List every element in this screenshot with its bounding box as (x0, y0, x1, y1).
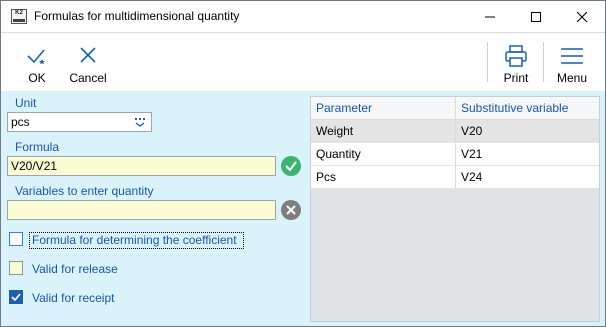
variable-cell: V20 (461, 124, 483, 138)
minimize-icon (485, 16, 495, 17)
menu-button[interactable]: Menu (549, 33, 595, 91)
variable-cell: V21 (461, 147, 483, 161)
check-icon (11, 293, 21, 302)
variable-cell: V24 (461, 170, 483, 184)
cancel-label: Cancel (69, 71, 107, 85)
printer-icon (505, 45, 527, 67)
parameter-cell: Quantity (316, 147, 361, 161)
toolbar-separator (543, 42, 544, 82)
parameter-cell: Pcs (316, 170, 337, 184)
column-header-parameter[interactable]: Parameter (311, 97, 455, 119)
maximize-button[interactable] (513, 1, 559, 32)
print-button[interactable]: Print (495, 33, 537, 91)
coefficient-formula-checkbox[interactable] (9, 232, 23, 246)
cancel-button[interactable]: Cancel (63, 33, 113, 91)
valid-for-receipt-label[interactable]: Valid for receipt (32, 291, 114, 305)
checkmark-star-icon (27, 49, 45, 65)
valid-for-release-checkbox[interactable] (9, 261, 23, 275)
formula-input[interactable]: V20/V21 (7, 156, 276, 176)
menu-label: Menu (556, 71, 588, 85)
form-panel: Unit pcs Formula V20/V21 Variables to en… (1, 91, 605, 326)
ok-label: OK (28, 71, 46, 85)
variables-input[interactable] (7, 200, 276, 220)
parameter-cell: Weight (316, 124, 354, 138)
toolbar-separator (487, 42, 488, 82)
formula-value: V20/V21 (11, 159, 58, 173)
clear-variables-icon[interactable] (281, 200, 301, 220)
table-row[interactable]: Quantity V21 (311, 143, 599, 166)
title-bar: K2 Formulas for multidimensional quantit… (1, 1, 605, 32)
column-header-substitutive-variable[interactable]: Substitutive variable (456, 97, 599, 119)
formula-label: Formula (15, 140, 60, 154)
hamburger-menu-icon (561, 48, 583, 64)
unit-value: pcs (11, 115, 30, 129)
k2-app-icon: K2 (11, 9, 27, 24)
maximize-icon (531, 11, 541, 22)
dropdown-icon[interactable] (134, 115, 146, 133)
table-header: Parameter Substitutive variable (311, 97, 599, 120)
unit-label: Unit (15, 96, 37, 110)
window-title: Formulas for multidimensional quantity (34, 9, 240, 23)
print-label: Print (503, 71, 529, 85)
variables-label: Variables to enter quantity (15, 184, 154, 198)
coefficient-formula-label[interactable]: Formula for determining the coefficient (32, 233, 237, 247)
minimize-button[interactable] (467, 1, 513, 32)
unit-select[interactable]: pcs (7, 112, 152, 132)
valid-for-release-label[interactable]: Valid for release (32, 262, 118, 276)
ok-button[interactable]: OK (15, 33, 59, 91)
table-row[interactable]: Pcs V24 (311, 166, 599, 189)
close-icon (576, 11, 588, 22)
dialog-window: K2 Formulas for multidimensional quantit… (0, 0, 606, 327)
x-icon (80, 47, 96, 63)
parameter-table: Parameter Substitutive variable Weight V… (310, 96, 600, 322)
valid-for-receipt-checkbox[interactable] (9, 290, 23, 304)
formula-valid-icon (281, 156, 301, 176)
toolbar: OK Cancel Print Menu (1, 32, 605, 92)
table-row[interactable]: Weight V20 (311, 120, 599, 143)
close-window-button[interactable] (559, 1, 605, 32)
